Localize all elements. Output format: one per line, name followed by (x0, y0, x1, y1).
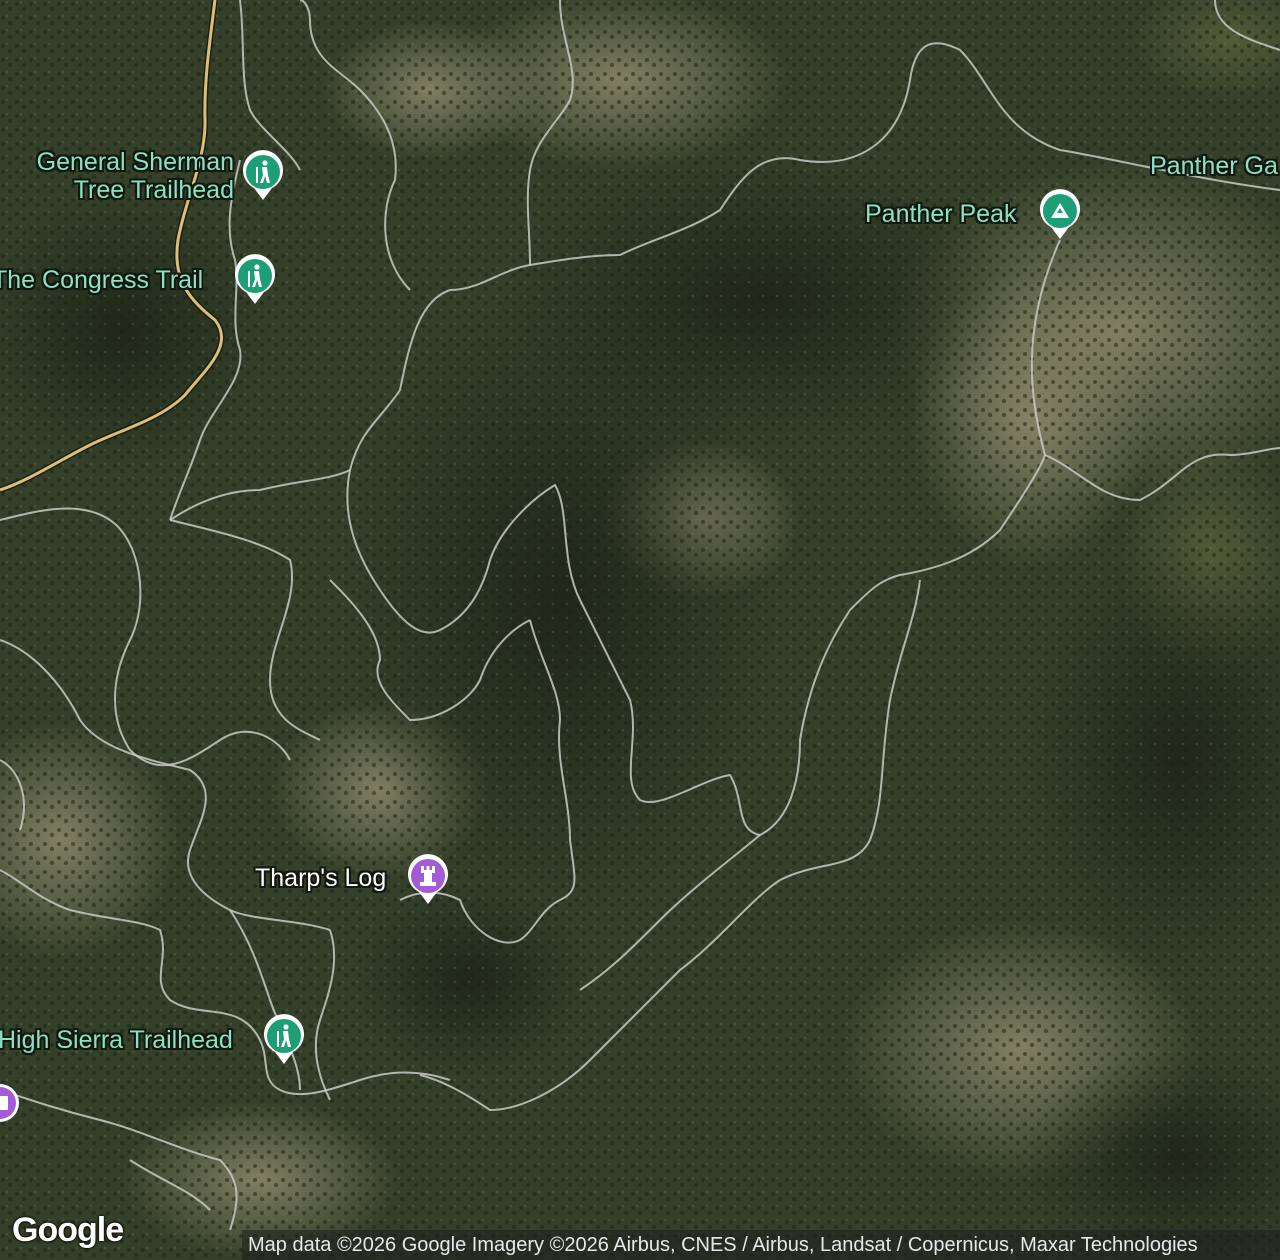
place-label-congress-trail[interactable]: The Congress Trail (0, 266, 203, 294)
place-label-line-2: Tree Trailhead (73, 176, 234, 204)
map-attribution[interactable]: Map data ©2026 Google Imagery ©2026 Airb… (242, 1230, 1280, 1260)
place-label-panther-peak[interactable]: Panther Peak (865, 200, 1017, 228)
place-label-panther-gap[interactable]: Panther Ga (1150, 152, 1278, 180)
place-label-high-sierra[interactable]: High Sierra Trailhead (0, 1026, 233, 1054)
google-logo: Google (12, 1211, 124, 1249)
place-label-tharps-log[interactable]: Tharp's Log (255, 864, 386, 892)
landmark-icon (0, 1096, 8, 1110)
place-label-line-1: General Sherman (36, 148, 234, 176)
place-label-general-sherman[interactable]: General Sherman Tree Trailhead (10, 148, 234, 204)
